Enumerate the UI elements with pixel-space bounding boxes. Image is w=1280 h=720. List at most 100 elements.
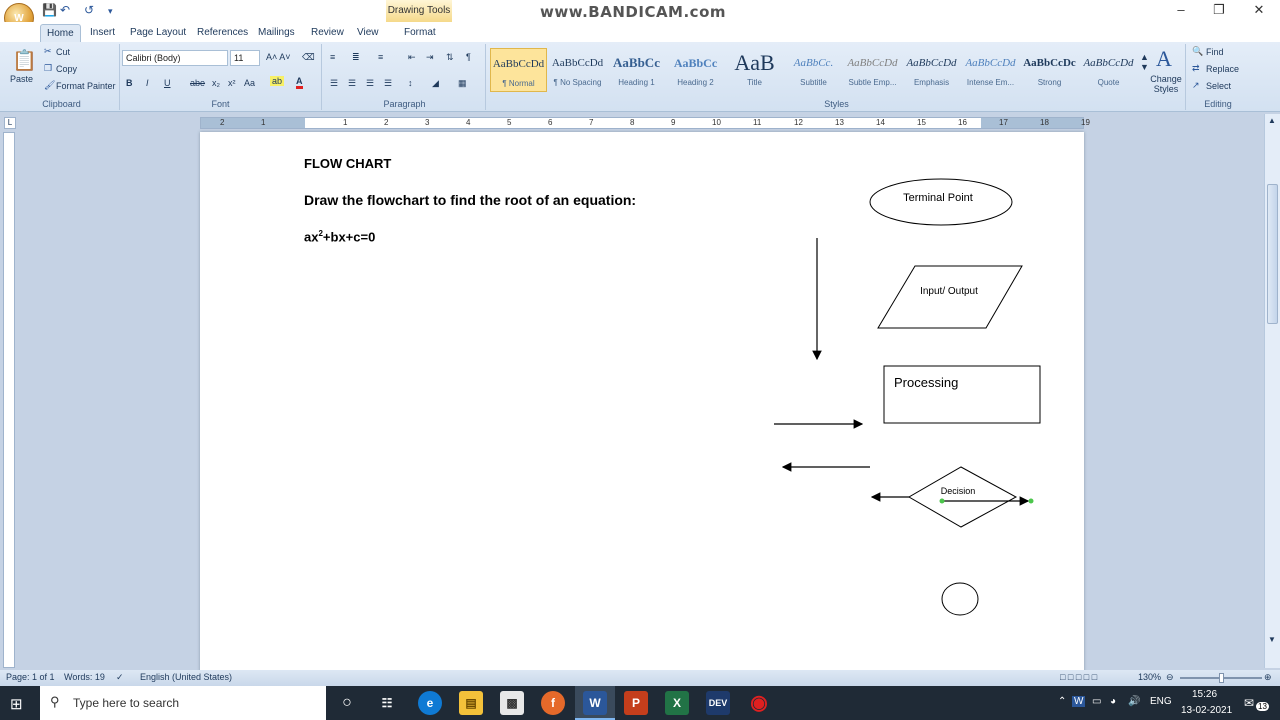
arrow-start-handle[interactable]: [939, 498, 945, 504]
tab-format[interactable]: Format: [398, 24, 442, 42]
record-icon[interactable]: ◉: [747, 691, 771, 715]
arrow-end-handle[interactable]: [1028, 498, 1034, 504]
language-indicator[interactable]: English (United States): [140, 672, 232, 682]
grow-font-icon[interactable]: A˄ A˅: [266, 52, 291, 62]
scroll-up-icon[interactable]: ▲: [1268, 116, 1276, 125]
strikethrough-button[interactable]: abe: [190, 78, 205, 88]
scroll-down-icon[interactable]: ▼: [1268, 635, 1276, 644]
style-strong[interactable]: AaBbCcDc Strong: [1021, 48, 1078, 92]
bold-button[interactable]: B: [126, 78, 133, 88]
save-icon[interactable]: 💾: [42, 3, 57, 17]
zoom-slider-thumb[interactable]: [1219, 673, 1224, 683]
vertical-ruler[interactable]: [0, 132, 18, 668]
clock-time[interactable]: 15:26: [1192, 689, 1217, 700]
align-left-icon[interactable]: ☰: [330, 78, 338, 89]
numbering-icon[interactable]: ≣: [352, 52, 360, 63]
cut-icon[interactable]: ✂: [44, 46, 52, 57]
replace-button[interactable]: Replace: [1206, 64, 1239, 74]
firefox-icon[interactable]: f: [541, 691, 565, 715]
tab-review[interactable]: Review: [305, 24, 350, 42]
store-icon[interactable]: ▩: [500, 691, 524, 715]
tab-mailings[interactable]: Mailings: [252, 24, 301, 42]
style-emphasis[interactable]: AaBbCcDd Emphasis: [903, 48, 960, 92]
connector-shape[interactable]: [941, 582, 979, 616]
restore-icon[interactable]: ❐: [1204, 2, 1234, 18]
view-buttons[interactable]: □ □ □ □ □: [1060, 672, 1097, 682]
input-language[interactable]: ENG: [1150, 696, 1172, 707]
shading-icon[interactable]: ◢: [432, 78, 439, 89]
format-painter-icon[interactable]: 🖌: [44, 80, 55, 91]
style-subtle-emphasis[interactable]: AaBbCcDd Subtle Emp...: [844, 48, 901, 92]
powerpoint-icon[interactable]: P: [624, 691, 648, 715]
change-styles-button[interactable]: Change Styles: [1148, 74, 1184, 94]
devcpp-icon[interactable]: DEV: [706, 691, 730, 715]
align-center-icon[interactable]: ☰: [348, 78, 356, 89]
style-title[interactable]: AaB Title: [726, 48, 783, 92]
paste-button[interactable]: Paste: [10, 74, 33, 84]
cortana-icon[interactable]: ○: [335, 691, 359, 715]
zoom-in-icon[interactable]: ⊕: [1264, 672, 1272, 683]
align-right-icon[interactable]: ☰: [366, 78, 374, 89]
subscript-button[interactable]: x₂: [212, 78, 220, 88]
redo-icon[interactable]: ↺: [84, 3, 94, 17]
edge-icon[interactable]: e: [418, 691, 442, 715]
close-icon[interactable]: ✕: [1244, 2, 1274, 18]
format-painter-button[interactable]: Format Painter: [56, 81, 116, 91]
find-button[interactable]: Find: [1206, 47, 1224, 57]
tab-selector-icon[interactable]: L: [4, 117, 16, 129]
ruler-bar[interactable]: 2 1 1 2 3 4 5 6 7 8 9 10 11 12 13 14 15 16 17 18 19: [200, 117, 1090, 129]
task-view-icon[interactable]: ☷: [375, 691, 399, 715]
style-subtitle[interactable]: AaBbCc. Subtitle: [785, 48, 842, 92]
replace-icon[interactable]: ⇄: [1192, 63, 1200, 74]
clear-format-icon[interactable]: ⌫: [302, 52, 315, 63]
vertical-scrollbar[interactable]: ▲ ▼: [1264, 114, 1280, 668]
word-icon[interactable]: W: [583, 691, 607, 715]
battery-icon[interactable]: ▭: [1092, 696, 1101, 707]
borders-icon[interactable]: ▦: [458, 78, 467, 89]
decision-shape[interactable]: [907, 466, 1018, 528]
tab-view[interactable]: View: [351, 24, 385, 42]
clock-date[interactable]: 13-02-2021: [1181, 705, 1232, 716]
style-no-spacing[interactable]: AaBbCcDd ¶ No Spacing: [549, 48, 606, 92]
underline-button[interactable]: U: [164, 78, 171, 88]
decrease-indent-icon[interactable]: ⇤: [408, 52, 416, 63]
copy-button[interactable]: Copy: [56, 64, 77, 74]
tab-home[interactable]: Home: [40, 24, 81, 42]
multilevel-list-icon[interactable]: ≡: [378, 52, 383, 62]
justify-icon[interactable]: ☰: [384, 78, 392, 89]
font-color-icon[interactable]: A: [296, 76, 303, 89]
superscript-button[interactable]: x²: [228, 78, 236, 88]
zoom-out-icon[interactable]: ⊖: [1166, 672, 1174, 683]
sort-icon[interactable]: ⇅: [446, 52, 454, 63]
notification-icon[interactable]: ✉: [1244, 696, 1254, 710]
font-size-select[interactable]: 11: [230, 50, 260, 66]
style-normal[interactable]: AaBbCcDd ¶ Normal: [490, 48, 547, 92]
horizontal-ruler[interactable]: L 2 1 1 2 3 4 5 6 7 8 9 10 11 12 13 14 15 16 17 18 19: [0, 114, 1280, 132]
proofing-icon[interactable]: ✓: [116, 672, 124, 683]
scroll-thumb[interactable]: [1267, 184, 1278, 324]
volume-icon[interactable]: 🔊: [1128, 696, 1140, 707]
cut-button[interactable]: Cut: [56, 47, 70, 57]
zoom-level[interactable]: 130%: [1138, 672, 1161, 682]
style-heading-1[interactable]: AaBbCc Heading 1: [608, 48, 665, 92]
tab-references[interactable]: References: [191, 24, 254, 42]
style-heading-2[interactable]: AaBbCc Heading 2: [667, 48, 724, 92]
input-output-shape[interactable]: [877, 265, 1023, 329]
word-count[interactable]: Words: 19: [64, 672, 105, 682]
show-marks-icon[interactable]: ¶: [466, 52, 471, 62]
tray-word-icon[interactable]: W: [1072, 696, 1086, 707]
change-styles-icon[interactable]: A: [1156, 46, 1172, 72]
page-count[interactable]: Page: 1 of 1: [6, 672, 55, 682]
select-icon[interactable]: ↗: [1192, 80, 1200, 91]
taskbar-search[interactable]: ⚲ Type here to search: [40, 686, 326, 720]
customize-qat-icon[interactable]: ▾: [108, 6, 113, 17]
bullets-icon[interactable]: ≡: [330, 52, 335, 62]
font-name-select[interactable]: Calibri (Body): [122, 50, 228, 66]
windows-start-icon[interactable]: ⊞: [10, 695, 23, 713]
tray-chevron-icon[interactable]: ⌃: [1058, 696, 1066, 707]
style-quote[interactable]: AaBbCcDd Quote: [1080, 48, 1137, 92]
excel-icon[interactable]: X: [665, 691, 689, 715]
network-icon[interactable]: ◕: [1110, 696, 1116, 707]
select-button[interactable]: Select: [1206, 81, 1231, 91]
style-intense-emphasis[interactable]: AaBbCcDd Intense Em...: [962, 48, 1019, 92]
